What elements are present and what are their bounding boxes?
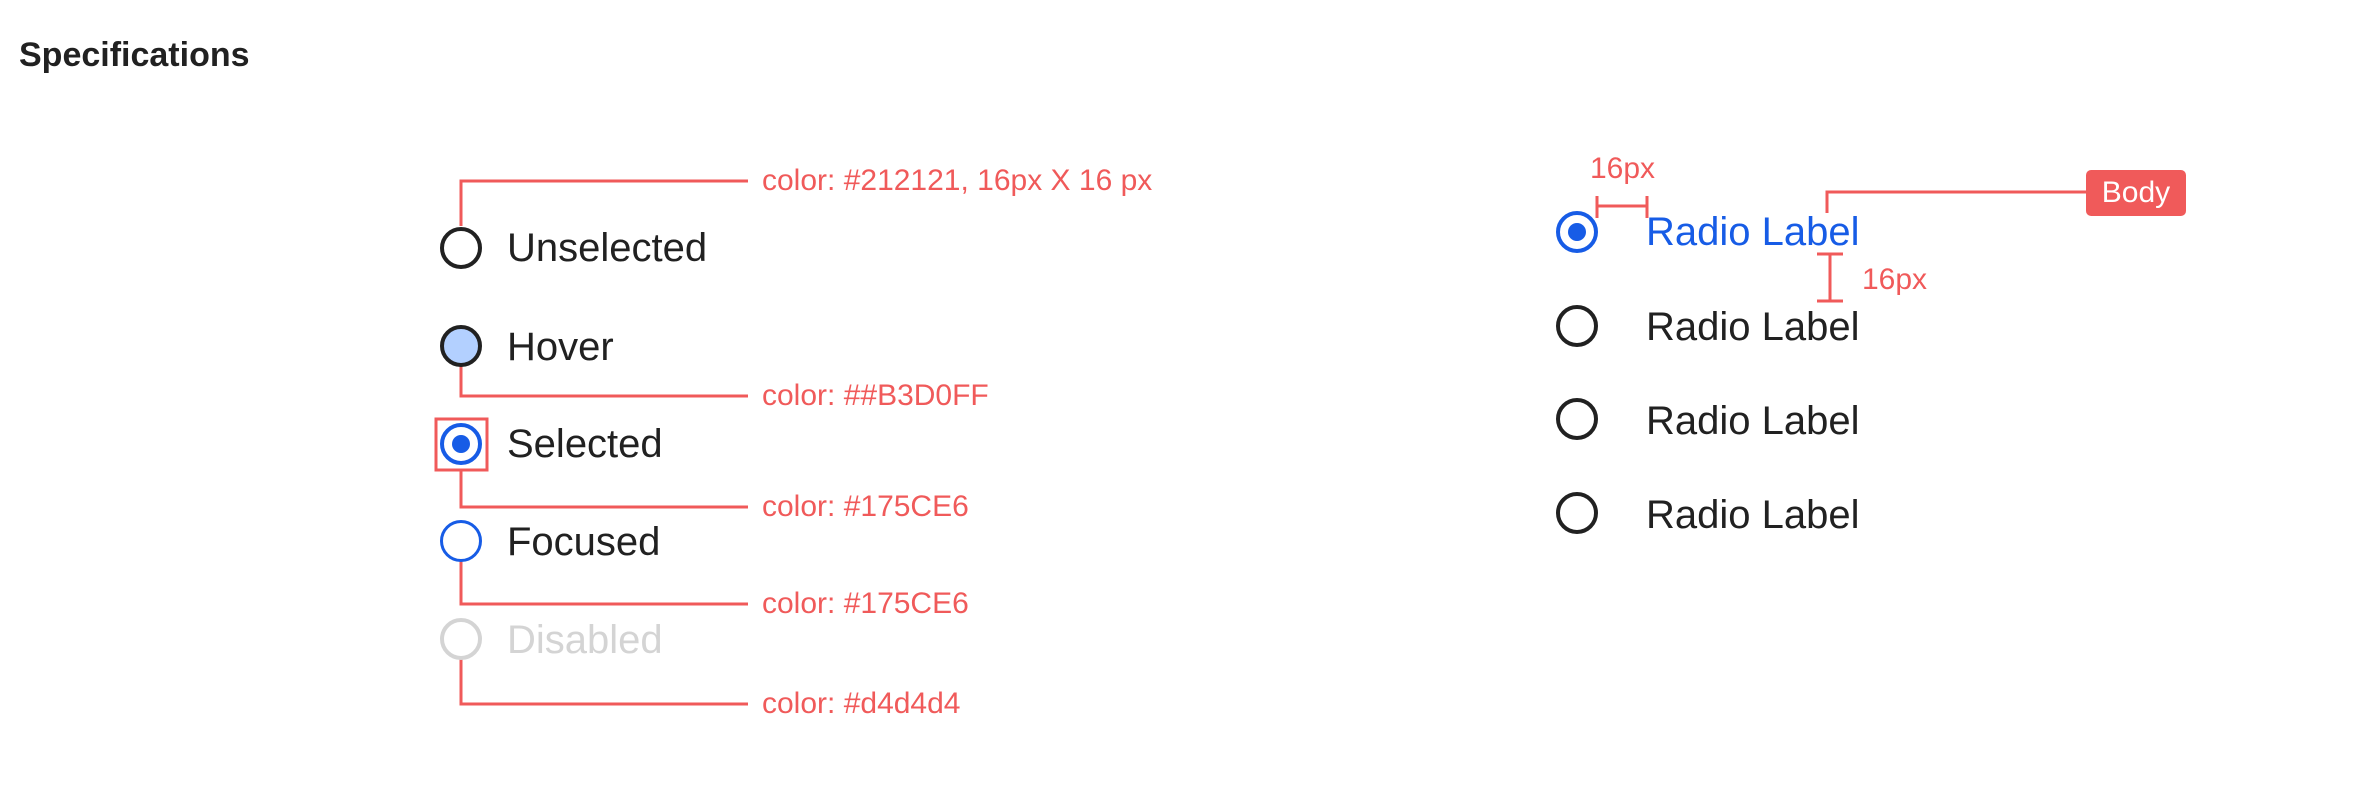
hover-radio[interactable] [440,325,482,367]
example-radio-1[interactable] [1556,211,1598,253]
focused-radio[interactable] [440,520,482,562]
disabled-annotation: color: #d4d4d4 [762,687,961,720]
example-label-2: Radio Label [1646,305,1860,349]
body-leader-line [1825,190,2086,213]
unselected-annotation: color: #212121, 16px X 16 px [762,164,1153,197]
unselected-leader-line [459,179,748,226]
disabled-leader-line [459,659,748,706]
selected-annotation: color: #175CE6 [762,490,969,523]
selected-leader-line [459,470,748,509]
example-label-4: Radio Label [1646,493,1860,537]
example-label-3: Radio Label [1646,399,1860,443]
selected-label: Selected [507,422,663,466]
example-label-1: Radio Label [1646,210,1860,254]
unselected-label: Unselected [507,226,708,270]
disabled-radio [440,618,482,660]
vertical-spacing-annotation: 16px [1862,263,1928,296]
hover-annotation: color: ##B3D0FF [762,379,989,412]
example-radio-2[interactable] [1556,305,1598,347]
unselected-radio[interactable] [440,227,482,269]
selected-radio[interactable] [440,423,482,465]
annotation-lines [434,179,2086,706]
hover-label: Hover [507,325,614,369]
example-radio-4[interactable] [1556,492,1598,534]
focused-annotation: color: #175CE6 [762,587,969,620]
disabled-label: Disabled [507,618,663,662]
example-radio-3[interactable] [1556,398,1598,440]
body-typography-tag: Body [2086,170,2186,216]
focused-leader-line [459,560,748,606]
horizontal-spacing-annotation: 16px [1590,152,1656,185]
focused-label: Focused [507,520,661,564]
